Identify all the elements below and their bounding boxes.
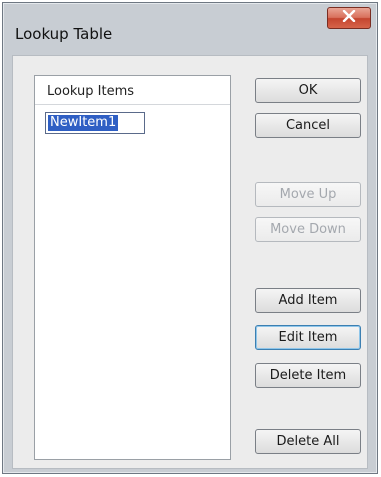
- delete-all-button[interactable]: Delete All: [255, 429, 361, 454]
- list-column-header[interactable]: Lookup Items: [35, 76, 230, 105]
- add-item-button[interactable]: Add Item: [255, 288, 361, 313]
- close-button[interactable]: [327, 7, 371, 29]
- move-down-button[interactable]: Move Down: [255, 217, 361, 242]
- cancel-button[interactable]: Cancel: [255, 113, 361, 138]
- close-icon: [342, 9, 356, 26]
- move-up-button[interactable]: Move Up: [255, 182, 361, 207]
- edit-item-button[interactable]: Edit Item: [255, 325, 361, 350]
- selected-item-text: NewItem1: [48, 115, 119, 131]
- lookup-table-dialog: Lookup Table Lookup Items NewItem1 OK Ca…: [2, 2, 378, 474]
- window-title: Lookup Table: [15, 25, 113, 43]
- item-name-edit-field[interactable]: NewItem1: [45, 112, 145, 134]
- delete-item-button[interactable]: Delete Item: [255, 363, 361, 388]
- dialog-body: Lookup Items NewItem1 OK Cancel Move Up …: [12, 55, 368, 469]
- lookup-items-list[interactable]: Lookup Items NewItem1: [34, 75, 231, 460]
- ok-button[interactable]: OK: [255, 78, 361, 103]
